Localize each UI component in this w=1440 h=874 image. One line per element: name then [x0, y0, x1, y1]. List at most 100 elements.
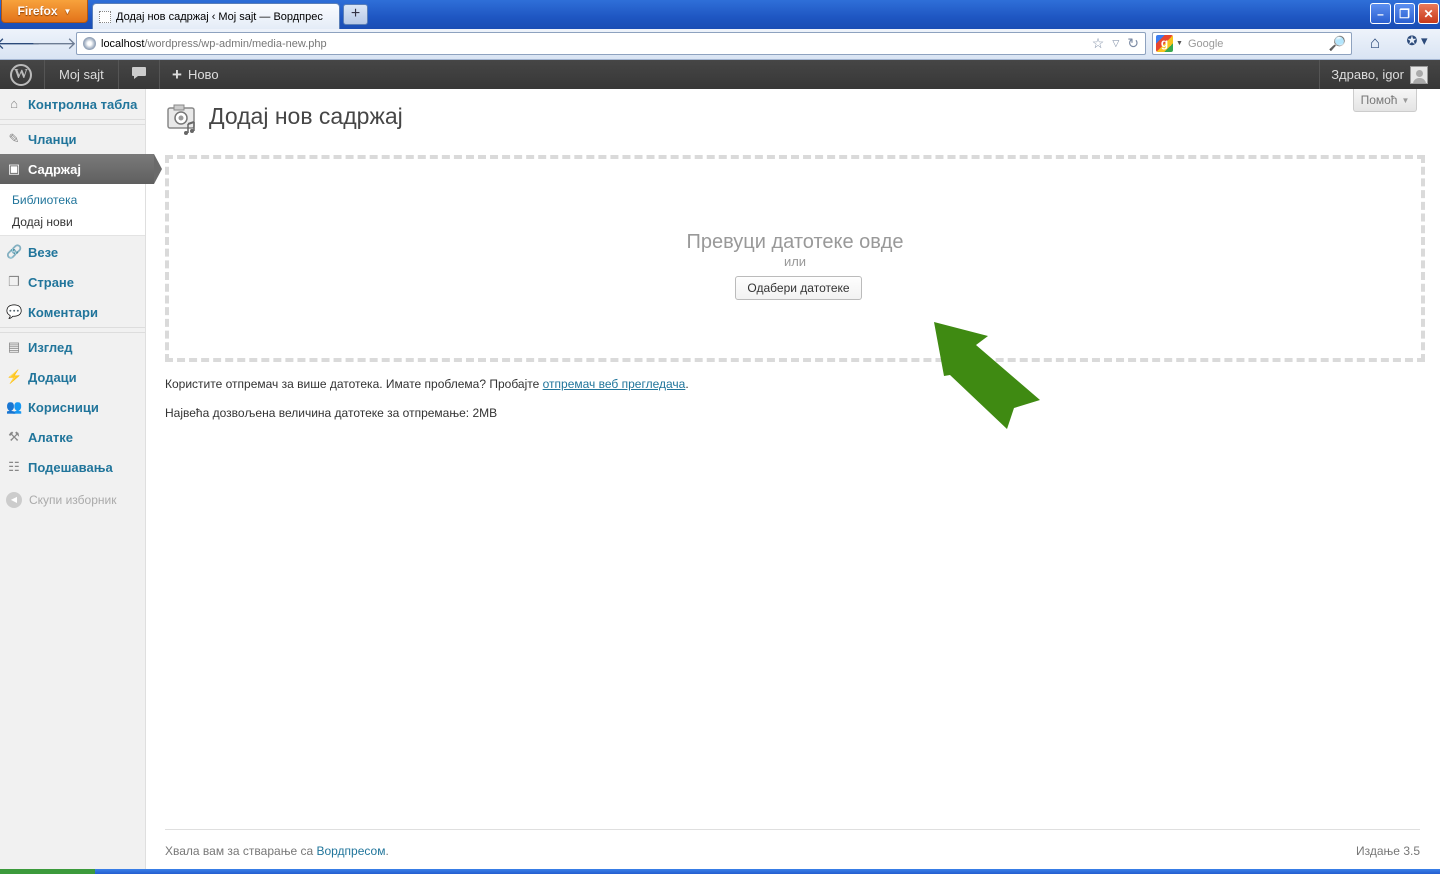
uploader-note: Користите отпремач за више датотека. Има… — [165, 377, 689, 391]
search-input[interactable]: Google — [1188, 38, 1329, 50]
new-content-button[interactable]: + Ново — [172, 65, 219, 84]
bookmark-star-icon[interactable]: ☆ — [1092, 35, 1105, 52]
avatar[interactable] — [1410, 66, 1428, 84]
footer-thanks-text: Хвала вам за стварање са — [165, 844, 317, 858]
search-bar[interactable]: g ▼ Google 🔎 — [1152, 32, 1352, 55]
wp-admin-bar: W Moj sajt + Ново Здраво, igor — [0, 60, 1440, 89]
comment-bubble-icon: 💬 — [6, 304, 23, 319]
chevron-down-icon: ▼ — [63, 6, 72, 16]
sidebar-item-label: Подешавања — [28, 459, 113, 475]
sidebar-item-posts[interactable]: ✎ Чланци — [0, 124, 145, 154]
sidebar-item-users[interactable]: 👥 Корисници — [0, 392, 145, 422]
sidebar-item-tools[interactable]: ⚒ Алатке — [0, 422, 145, 452]
sidebar-item-appearance[interactable]: ▤ Изглед — [0, 332, 145, 362]
uploader-note-suffix: . — [685, 377, 689, 391]
page-title: Додај нов садржај — [209, 103, 403, 129]
admin-bar-divider — [44, 60, 45, 89]
link-icon: 🔗 — [6, 244, 23, 259]
admin-sidebar: ⌂ Контролна табла ✎ Чланци ▣ Садржај Биб… — [0, 89, 162, 870]
help-tab-button[interactable]: Помоћ ▼ — [1353, 89, 1417, 112]
new-content-label: Ново — [187, 67, 219, 82]
wordpress-link[interactable]: Вордпресом — [316, 844, 385, 858]
new-tab-button[interactable]: + — [343, 4, 368, 25]
tab-title: Додај нов садржај ‹ Moj sajt — Вордпрес — [116, 10, 323, 23]
collapse-menu-label: Скупи изборник — [29, 493, 117, 507]
select-files-button[interactable]: Одабери датотеке — [735, 276, 862, 300]
search-magnifier-icon[interactable]: 🔎 — [1329, 35, 1346, 52]
close-window-button[interactable]: ✕ — [1418, 3, 1439, 24]
os-taskbar — [0, 869, 1440, 874]
plug-icon: ⚡ — [6, 369, 23, 384]
sidebar-item-pages[interactable]: ❒ Стране — [0, 267, 145, 297]
users-icon: 👥 — [6, 399, 23, 414]
page-favicon-icon — [99, 10, 111, 23]
drop-instructions: Превуци датотеке овде — [686, 231, 904, 253]
site-identity-icon[interactable] — [83, 37, 96, 50]
sidebar-item-label: Алатке — [28, 429, 73, 445]
chevron-down-icon: ▼ — [1401, 95, 1410, 105]
browser-tab[interactable]: Додај нов садржај ‹ Moj sajt — Вордпрес — [92, 3, 340, 29]
sliders-icon: ☷ — [8, 459, 20, 474]
google-engine-icon[interactable]: g — [1156, 35, 1173, 52]
sidebar-item-label: Корисници — [28, 399, 99, 415]
collapse-menu-button[interactable]: ◀ Скупи изборник — [6, 492, 116, 508]
forward-button[interactable]: 🡒 — [31, 33, 77, 55]
wrench-icon: ⚒ — [8, 429, 20, 444]
footer-thanks-suffix: . — [385, 844, 389, 858]
uploader-note-text: Користите отпремач за више датотека. Има… — [165, 377, 543, 391]
media-page-icon — [167, 104, 195, 135]
chevron-down-icon[interactable]: ▼ — [1176, 40, 1183, 47]
plus-icon: + — [172, 65, 182, 84]
maximize-button[interactable]: ❐ — [1394, 3, 1415, 24]
green-pointer-arrow-icon — [934, 322, 1040, 429]
home-button[interactable]: ⌂ — [1363, 33, 1387, 55]
help-label: Помоћ — [1360, 93, 1398, 107]
bookmarks-menu-button[interactable]: ✪ ▾ — [1400, 33, 1434, 55]
wordpress-logo-icon[interactable]: W — [10, 64, 32, 86]
sidebar-item-media[interactable]: ▣ Садржај — [0, 154, 162, 184]
address-bar[interactable]: localhost/wordpress/wp-admin/media-new.p… — [76, 32, 1146, 55]
back-button[interactable]: 🡐 — [0, 33, 41, 55]
admin-bar-divider — [1319, 60, 1320, 89]
firefox-menu-label: Firefox — [17, 4, 58, 18]
sidebar-item-dashboard[interactable]: ⌂ Контролна табла — [0, 89, 145, 119]
sidebar-item-comments[interactable]: 💬 Коментари — [0, 297, 145, 327]
browser-uploader-link[interactable]: отпремач веб прегледача — [543, 377, 686, 391]
minimize-button[interactable]: – — [1370, 3, 1391, 24]
pushpin-icon: ✎ — [8, 131, 20, 146]
browser-navbar: 🡐 🡒 localhost/wordpress/wp-admin/media-n… — [0, 29, 1440, 60]
my-account-link[interactable]: Здраво, igor — [1331, 67, 1404, 82]
url-host: localhost — [101, 37, 145, 50]
submenu-item-add-new[interactable]: Додај нови — [12, 215, 73, 229]
sidebar-item-settings[interactable]: ☷ Подешавања — [0, 452, 145, 482]
sidebar-item-label: Изглед — [28, 339, 73, 355]
footer-credits: Хвала вам за стварање са Вордпресом. — [165, 844, 389, 858]
footer-divider — [165, 829, 1420, 830]
sidebar-item-label: Садржај — [28, 161, 82, 177]
submenu-item-library[interactable]: Библиотека — [12, 193, 77, 207]
os-start-button[interactable] — [0, 869, 95, 874]
site-name-link[interactable]: Moj sajt — [59, 67, 104, 82]
url-text: localhost/wordpress/wp-admin/media-new.p… — [101, 38, 327, 50]
max-upload-size: Највећа дозвољена величина датотеке за о… — [165, 406, 498, 420]
pages-icon: ❒ — [8, 274, 20, 289]
media-submenu: Библиотека Додај нови — [0, 184, 145, 236]
reload-icon[interactable]: ↻ — [1127, 35, 1139, 52]
version-text: Издање 3.5 — [1356, 844, 1420, 858]
sidebar-item-label: Додаци — [28, 369, 77, 385]
appearance-icon: ▤ — [7, 339, 21, 354]
browser-titlebar: Firefox ▼ Додај нов садржај ‹ Moj sajt —… — [0, 0, 1440, 29]
sidebar-item-links[interactable]: 🔗 Везе — [0, 237, 145, 267]
collapse-arrow-icon: ◀ — [6, 492, 22, 508]
sidebar-item-plugins[interactable]: ⚡ Додаци — [0, 362, 145, 392]
firefox-menu-button[interactable]: Firefox ▼ — [1, 0, 88, 23]
sidebar-item-label: Чланци — [28, 131, 77, 147]
comments-icon[interactable] — [131, 66, 147, 80]
house-icon: ⌂ — [10, 96, 18, 111]
history-dropdown-icon[interactable]: ▽ — [1112, 35, 1119, 52]
sidebar-item-label: Контролна табла — [28, 96, 138, 112]
drop-or-text: или — [783, 254, 807, 269]
sidebar-item-label: Везе — [28, 244, 59, 260]
media-icon: ▣ — [7, 161, 21, 176]
drag-drop-area[interactable]: Превуци датотеке овде или Одабери датоте… — [165, 155, 1425, 362]
